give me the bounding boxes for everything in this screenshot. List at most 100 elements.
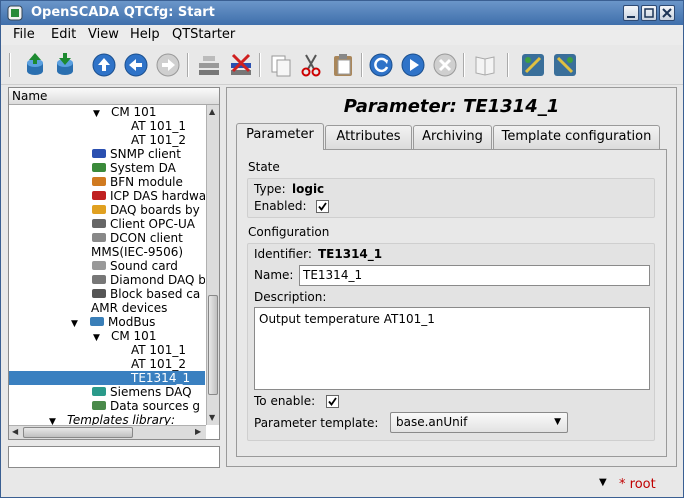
status-user[interactable]: * root: [619, 477, 656, 492]
tree-item[interactable]: AMR devices: [91, 301, 167, 315]
tree-item[interactable]: ICP DAS hardwa: [91, 189, 205, 203]
daq-icon: [92, 205, 106, 214]
tree-item-label: AT 101_1: [131, 119, 186, 133]
start-icon[interactable]: [399, 51, 427, 79]
tree-item[interactable]: DAQ boards by: [91, 203, 200, 217]
tree-item[interactable]: DCON client: [91, 231, 183, 245]
status-dropdown-icon[interactable]: ▼: [599, 477, 607, 488]
toolbar-separator: [463, 53, 465, 77]
tree-item[interactable]: ▼ CM 101: [93, 105, 156, 119]
name-input[interactable]: TE1314_1: [299, 265, 650, 286]
window-title: OpenSCADA QTCfg: Start: [31, 5, 215, 20]
copy-icon[interactable]: [267, 51, 295, 79]
diamond-icon: [92, 275, 106, 284]
cut-icon[interactable]: [297, 51, 325, 79]
menu-file[interactable]: File: [13, 27, 35, 42]
tree-item[interactable]: Siemens DAQ: [91, 385, 192, 399]
tree-item[interactable]: SNMP client: [91, 147, 181, 161]
menu-edit[interactable]: Edit: [51, 27, 76, 42]
page-title: Parameter: TE1314_1: [343, 96, 560, 117]
expand-arrow-icon[interactable]: ▼: [49, 415, 59, 425]
tree-item[interactable]: Data sources g: [91, 399, 200, 413]
tree-item-label: AT 101_2: [131, 133, 186, 147]
tree-item[interactable]: Block based ca: [91, 287, 200, 301]
tab-parameter[interactable]: Parameter: [236, 123, 324, 150]
toolbar-separator: [259, 53, 261, 77]
db-load-icon[interactable]: [21, 51, 49, 79]
menu-view[interactable]: View: [88, 27, 119, 42]
up-icon[interactable]: [90, 51, 118, 79]
tree-item[interactable]: MMS(IEC-9506): [91, 245, 183, 259]
checkmark-icon: [328, 397, 337, 406]
scroll-down-icon[interactable]: ▼: [209, 413, 215, 422]
tree-item[interactable]: AT 101_2: [131, 357, 186, 371]
tree-item[interactable]: AT 101_1: [131, 119, 186, 133]
parameter-template-select[interactable]: base.anUnif ▼: [390, 412, 568, 433]
expand-arrow-icon[interactable]: ▼: [93, 107, 103, 121]
tab-archiving[interactable]: Archiving: [413, 125, 492, 149]
tree-filter-input[interactable]: [8, 446, 220, 468]
db-save-icon[interactable]: [51, 51, 79, 79]
tree-item[interactable]: System DA: [91, 161, 176, 175]
scrollbar-thumb[interactable]: [23, 427, 133, 438]
tree-item[interactable]: AT 101_1: [131, 343, 186, 357]
tree-item[interactable]: Diamond DAQ b: [91, 273, 205, 287]
icpdas-icon: [92, 191, 106, 200]
tree-vertical-scrollbar[interactable]: ▲ ▼: [206, 105, 219, 425]
description-textarea[interactable]: Output temperature AT101_1: [254, 307, 650, 390]
tree-item-label: BFN module: [110, 175, 183, 189]
tree-item[interactable]: ▼ ModBus: [71, 315, 155, 329]
toolbar-separator: [9, 53, 11, 77]
refresh-icon[interactable]: [367, 51, 395, 79]
close-button[interactable]: [659, 5, 675, 21]
siemens-icon: [92, 387, 106, 396]
tree-item-label: ICP DAS hardwa: [110, 189, 205, 203]
tree-item[interactable]: Client OPC-UA: [91, 217, 195, 231]
checkmark-icon: [318, 202, 327, 211]
type-value: logic: [292, 182, 325, 196]
expand-arrow-icon[interactable]: ▼: [71, 317, 81, 331]
tree-item[interactable]: AT 101_2: [131, 133, 186, 147]
menu-help[interactable]: Help: [130, 27, 160, 42]
maximize-button[interactable]: [641, 5, 657, 21]
scroll-up-icon[interactable]: ▲: [209, 107, 215, 116]
stop-icon[interactable]: [431, 51, 459, 79]
tab-attributes[interactable]: Attributes: [325, 125, 412, 149]
enabled-label: Enabled:: [254, 199, 307, 213]
tools-icon-1[interactable]: [519, 51, 547, 79]
minimize-button[interactable]: [623, 5, 639, 21]
navigation-tree[interactable]: Name ▼ CM 101 AT 101_1 AT 101_2 SNMP client S…: [8, 87, 220, 440]
forward-icon[interactable]: [154, 51, 182, 79]
chevron-down-icon: ▼: [554, 417, 561, 427]
tree-body: ▼ CM 101 AT 101_1 AT 101_2 SNMP client System…: [9, 105, 205, 425]
bfn-icon: [92, 177, 106, 186]
scroll-left-icon[interactable]: ◀: [12, 427, 18, 436]
state-section-label: State: [248, 160, 280, 174]
tools-icon-2[interactable]: [551, 51, 579, 79]
description-label: Description:: [254, 290, 327, 304]
delete-item-icon[interactable]: [227, 51, 255, 79]
tab-template-configuration[interactable]: Template configuration: [493, 125, 660, 149]
tree-item-label: DAQ boards by: [110, 203, 200, 217]
parameter-panel: Parameter: TE1314_1 Parameter Attributes…: [226, 87, 677, 467]
tree-horizontal-scrollbar[interactable]: ◀ ▶: [9, 425, 206, 439]
back-icon[interactable]: [122, 51, 150, 79]
add-item-icon[interactable]: [195, 51, 223, 79]
tree-item[interactable]: BFN module: [91, 175, 183, 189]
tree-item[interactable]: ▼ Templates library:: [49, 413, 175, 425]
tree-item[interactable]: TE1314_1: [9, 371, 205, 385]
title-bar[interactable]: OpenSCADA QTCfg: Start: [1, 1, 683, 25]
expand-arrow-icon[interactable]: ▼: [93, 331, 103, 345]
scrollbar-thumb[interactable]: [208, 295, 218, 395]
to-enable-checkbox[interactable]: [326, 395, 339, 408]
scroll-right-icon[interactable]: ▶: [195, 427, 201, 436]
menu-qtstarter[interactable]: QTStarter: [172, 27, 235, 42]
tree-item-label: Diamond DAQ b: [110, 273, 205, 287]
block-icon: [92, 289, 106, 298]
tree-item[interactable]: Sound card: [91, 259, 178, 273]
manual-icon[interactable]: [471, 51, 499, 79]
tree-item[interactable]: ▼ CM 101: [93, 329, 156, 343]
paste-icon[interactable]: [329, 51, 357, 79]
tree-column-header[interactable]: Name: [9, 88, 219, 105]
enabled-checkbox[interactable]: [316, 200, 329, 213]
